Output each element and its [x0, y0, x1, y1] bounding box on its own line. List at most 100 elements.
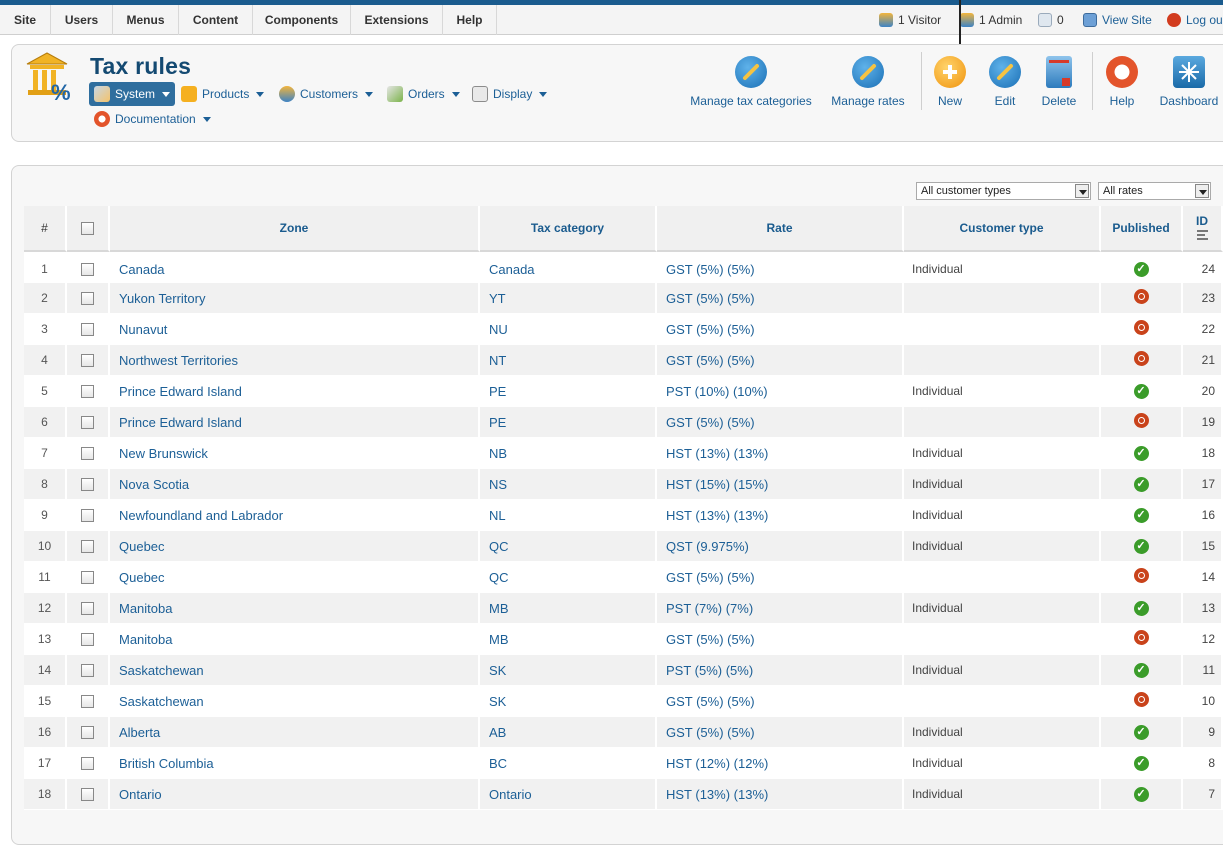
check-circle-icon[interactable]: ✓	[1133, 384, 1149, 399]
tax-category-link[interactable]: NL	[480, 500, 657, 531]
unpublished-circle-icon[interactable]	[1133, 289, 1149, 304]
new-button[interactable]: New	[930, 56, 970, 108]
tax-category-link[interactable]: Canada	[480, 252, 657, 283]
rate-link[interactable]: PST (10%) (10%)	[657, 376, 904, 407]
row-checkbox[interactable]	[81, 354, 94, 368]
menu-help[interactable]: Help	[443, 5, 497, 35]
zone-link[interactable]: Saskatchewan	[110, 686, 480, 717]
tax-category-link[interactable]: PE	[480, 376, 657, 407]
tax-category-link[interactable]: MB	[480, 624, 657, 655]
unpublished-circle-icon[interactable]	[1133, 320, 1149, 335]
unpublished-circle-icon[interactable]	[1133, 630, 1149, 645]
rate-link[interactable]: GST (5%) (5%)	[657, 345, 904, 376]
tax-category-link[interactable]: NB	[480, 438, 657, 469]
submenu-customers[interactable]: Customers	[279, 82, 374, 106]
row-checkbox[interactable]	[81, 664, 94, 678]
manage-tax-categories-button[interactable]: Manage tax categories	[688, 56, 814, 108]
row-checkbox[interactable]	[81, 788, 94, 802]
tax-category-link[interactable]: SK	[480, 655, 657, 686]
row-checkbox[interactable]	[81, 292, 94, 306]
menu-menus[interactable]: Menus	[113, 5, 179, 35]
check-circle-icon[interactable]: ✓	[1133, 262, 1149, 277]
logout-label[interactable]: Log ou	[1186, 6, 1223, 34]
tax-category-link[interactable]: MB	[480, 593, 657, 624]
menu-users[interactable]: Users	[51, 5, 113, 35]
zone-link[interactable]: Manitoba	[110, 593, 480, 624]
help-button[interactable]: Help	[1102, 56, 1142, 108]
row-checkbox[interactable]	[81, 540, 94, 554]
row-checkbox[interactable]	[81, 633, 94, 647]
rate-link[interactable]: HST (13%) (13%)	[657, 779, 904, 810]
menu-site[interactable]: Site	[0, 5, 51, 35]
tax-category-link[interactable]: SK	[480, 686, 657, 717]
zone-link[interactable]: Nunavut	[110, 314, 480, 345]
admins-status[interactable]: 1 Admin	[960, 5, 1022, 35]
unpublished-circle-icon[interactable]	[1133, 351, 1149, 366]
submenu-documentation[interactable]: Documentation	[94, 107, 211, 131]
rate-link[interactable]: GST (5%) (5%)	[657, 314, 904, 345]
row-checkbox[interactable]	[81, 695, 94, 709]
check-circle-icon[interactable]: ✓	[1133, 725, 1149, 740]
header-id[interactable]: ID	[1183, 206, 1223, 252]
menu-components[interactable]: Components	[253, 5, 351, 35]
zone-link[interactable]: Manitoba	[110, 624, 480, 655]
row-checkbox[interactable]	[81, 263, 94, 277]
view-site-label[interactable]: View Site	[1102, 6, 1152, 34]
row-checkbox[interactable]	[81, 323, 94, 337]
tax-category-link[interactable]: PE	[480, 407, 657, 438]
messages-status[interactable]: 0	[1038, 5, 1064, 35]
rate-link[interactable]: GST (5%) (5%)	[657, 562, 904, 593]
rate-link[interactable]: PST (7%) (7%)	[657, 593, 904, 624]
tax-category-link[interactable]: NS	[480, 469, 657, 500]
rate-link[interactable]: GST (5%) (5%)	[657, 283, 904, 314]
check-circle-icon[interactable]: ✓	[1133, 601, 1149, 616]
check-circle-icon[interactable]: ✓	[1133, 539, 1149, 554]
tax-category-link[interactable]: Ontario	[480, 779, 657, 810]
rate-link[interactable]: GST (5%) (5%)	[657, 717, 904, 748]
check-circle-icon[interactable]: ✓	[1133, 446, 1149, 461]
customer-type-filter[interactable]: All customer types	[916, 182, 1091, 200]
row-checkbox[interactable]	[81, 602, 94, 616]
zone-link[interactable]: Prince Edward Island	[110, 376, 480, 407]
zone-link[interactable]: Saskatchewan	[110, 655, 480, 686]
row-checkbox[interactable]	[81, 571, 94, 585]
zone-link[interactable]: Canada	[110, 252, 480, 283]
row-checkbox[interactable]	[81, 478, 94, 492]
row-checkbox[interactable]	[81, 726, 94, 740]
unpublished-circle-icon[interactable]	[1133, 568, 1149, 583]
menu-content[interactable]: Content	[179, 5, 253, 35]
rate-link[interactable]: GST (5%) (5%)	[657, 252, 904, 283]
view-site-link[interactable]: View Site	[1083, 5, 1152, 35]
check-circle-icon[interactable]: ✓	[1133, 663, 1149, 678]
dashboard-button[interactable]: Dashboard	[1154, 56, 1223, 108]
tax-category-link[interactable]: QC	[480, 562, 657, 593]
rate-filter[interactable]: All rates	[1098, 182, 1211, 200]
submenu-system[interactable]: System	[89, 82, 176, 106]
zone-link[interactable]: Nova Scotia	[110, 469, 480, 500]
zone-link[interactable]: British Columbia	[110, 748, 480, 779]
unpublished-circle-icon[interactable]	[1133, 692, 1149, 707]
header-zone[interactable]: Zone	[110, 206, 480, 252]
row-checkbox[interactable]	[81, 447, 94, 461]
check-circle-icon[interactable]: ✓	[1133, 508, 1149, 523]
header-rate[interactable]: Rate	[657, 206, 904, 252]
row-checkbox[interactable]	[81, 509, 94, 523]
rate-link[interactable]: PST (5%) (5%)	[657, 655, 904, 686]
tax-category-link[interactable]: QC	[480, 531, 657, 562]
zone-link[interactable]: New Brunswick	[110, 438, 480, 469]
zone-link[interactable]: Yukon Territory	[110, 283, 480, 314]
zone-link[interactable]: Ontario	[110, 779, 480, 810]
submenu-orders[interactable]: Orders	[387, 82, 460, 106]
manage-rates-button[interactable]: Manage rates	[828, 56, 908, 108]
header-tax-category[interactable]: Tax category	[480, 206, 657, 252]
tax-category-link[interactable]: AB	[480, 717, 657, 748]
rate-link[interactable]: HST (13%) (13%)	[657, 500, 904, 531]
zone-link[interactable]: Prince Edward Island	[110, 407, 480, 438]
row-checkbox[interactable]	[81, 416, 94, 430]
zone-link[interactable]: Alberta	[110, 717, 480, 748]
rate-link[interactable]: GST (5%) (5%)	[657, 407, 904, 438]
header-published[interactable]: Published	[1101, 206, 1183, 252]
edit-button[interactable]: Edit	[985, 56, 1025, 108]
zone-link[interactable]: Quebec	[110, 562, 480, 593]
unpublished-circle-icon[interactable]	[1133, 413, 1149, 428]
